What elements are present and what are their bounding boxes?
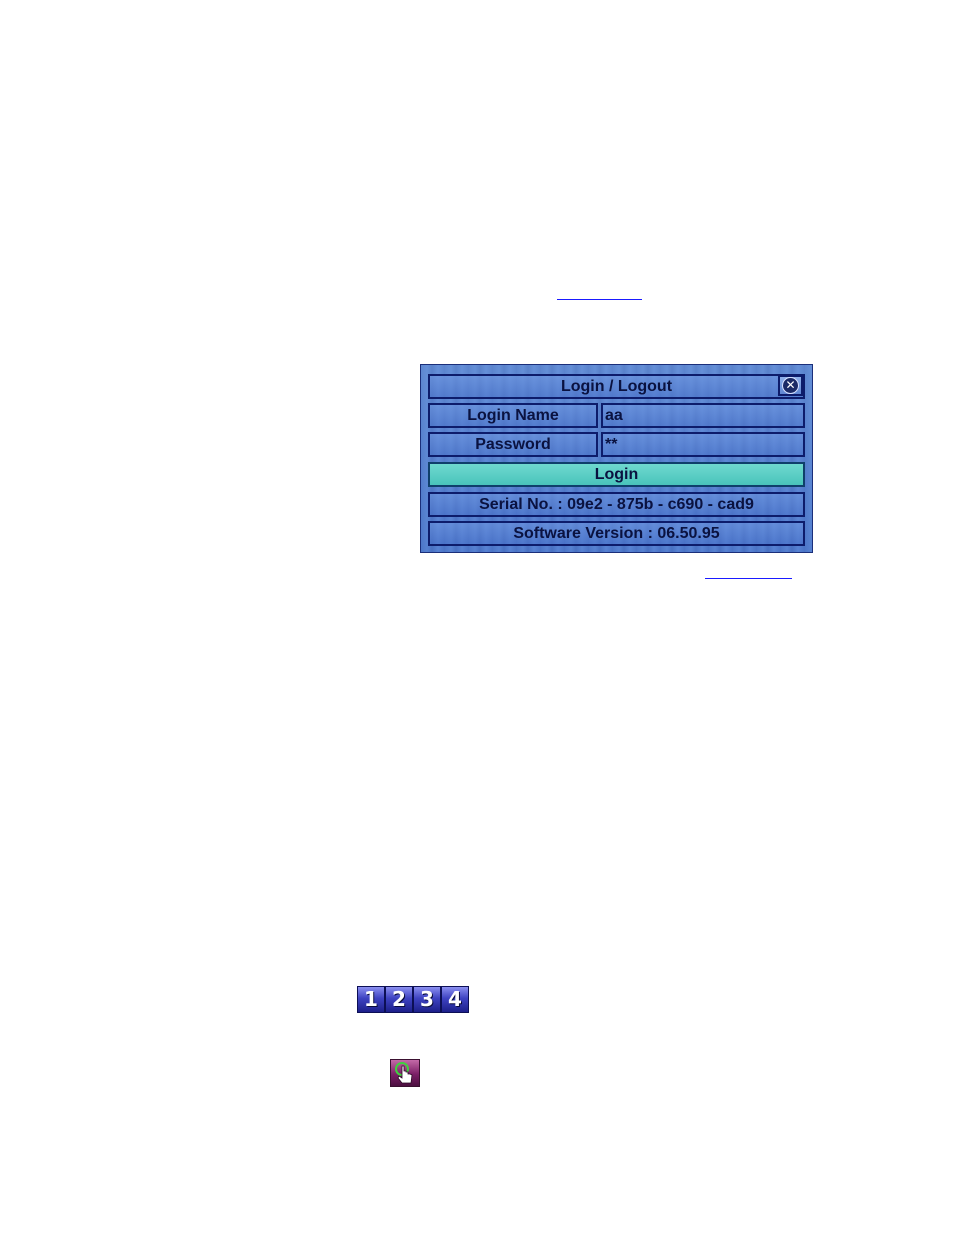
channel-4-button[interactable]: 4	[441, 986, 469, 1013]
hand-pointer-icon[interactable]	[390, 1059, 420, 1087]
serial-number: Serial No. : 09e2 - 875b - c690 - cad9	[428, 492, 805, 517]
document-link-1[interactable]	[557, 299, 642, 300]
channel-1-button[interactable]: 1	[357, 986, 385, 1013]
channel-2-button[interactable]: 2	[385, 986, 413, 1013]
password-field[interactable]: **	[601, 432, 805, 457]
split-screen-buttons: 1 2 3 4	[357, 986, 469, 1013]
login-logout-dialog: Login / Logout ✕ Login Name aa Password …	[420, 364, 813, 553]
close-icon: ✕	[782, 377, 799, 394]
document-link-2[interactable]	[705, 578, 792, 579]
hand-glyph	[395, 1062, 413, 1084]
close-button[interactable]: ✕	[778, 375, 803, 396]
login-name-label: Login Name	[428, 403, 598, 428]
channel-3-button[interactable]: 3	[413, 986, 441, 1013]
software-version: Software Version : 06.50.95	[428, 521, 805, 546]
password-label: Password	[428, 432, 598, 457]
login-name-field[interactable]: aa	[601, 403, 805, 428]
login-button[interactable]: Login	[428, 462, 805, 487]
dialog-title: Login / Logout	[428, 374, 805, 399]
